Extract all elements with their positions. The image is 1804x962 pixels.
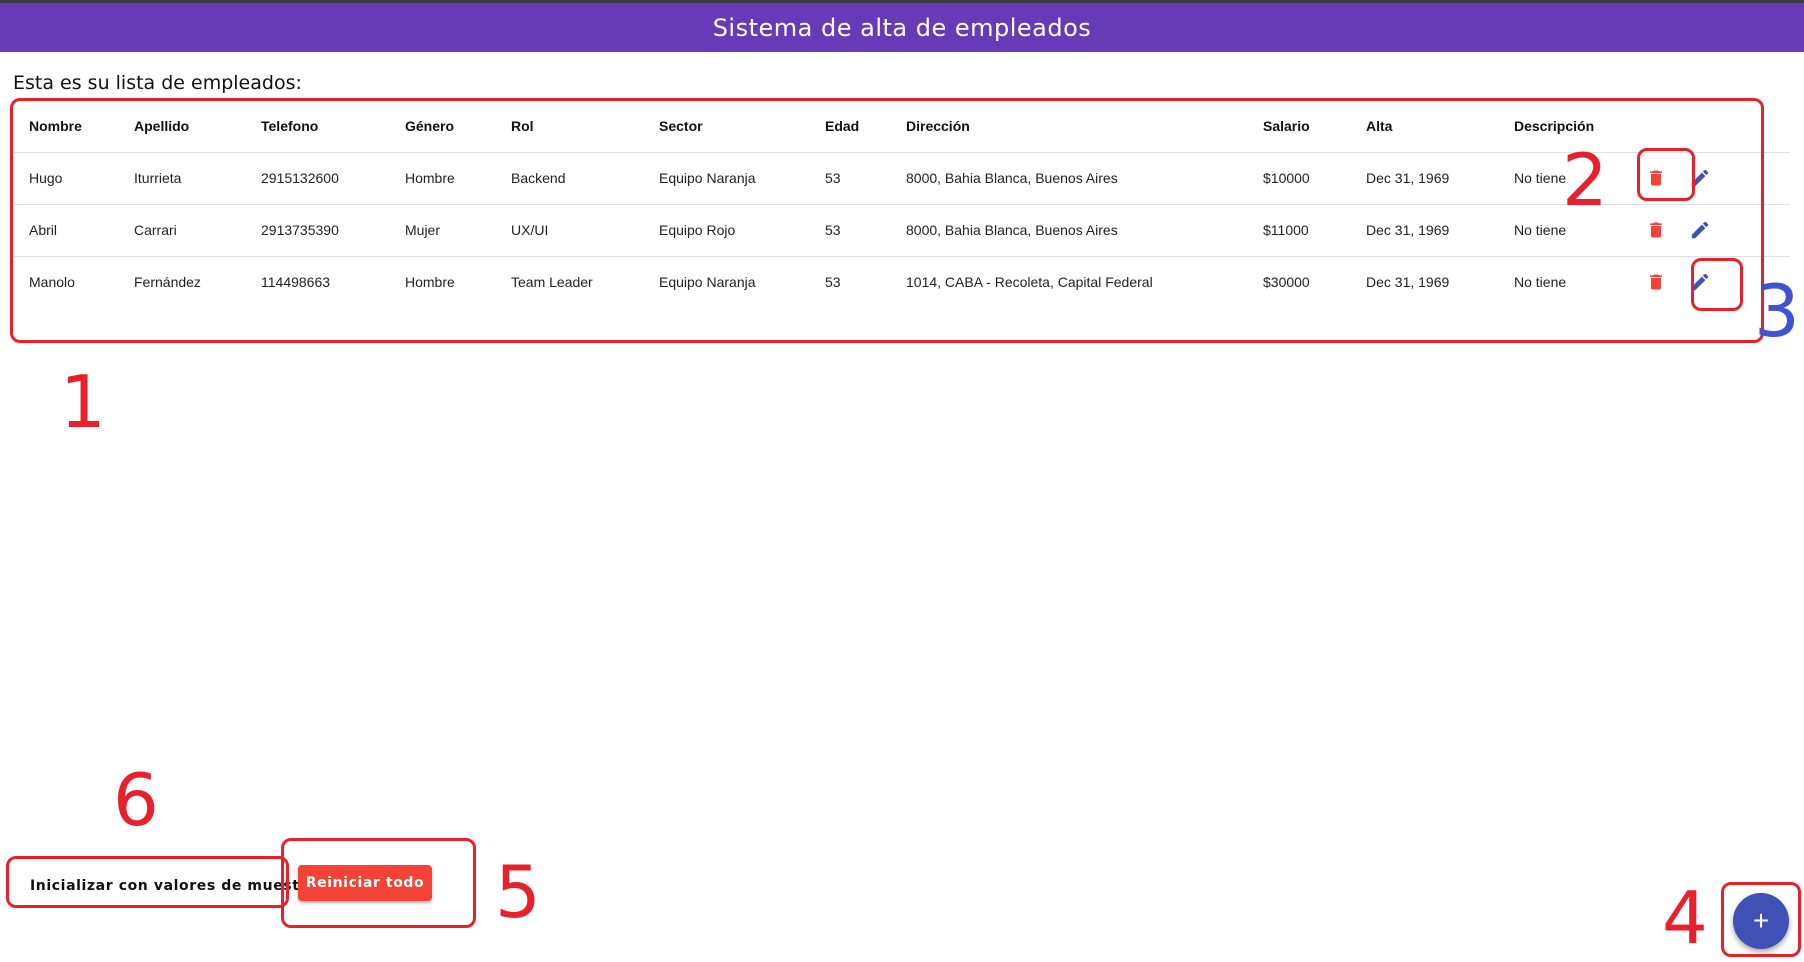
- annotation-number-5: 5: [495, 850, 541, 934]
- annotation-box-table: [10, 98, 1764, 343]
- annotation-number-3: 3: [1754, 269, 1800, 353]
- annotation-box-sample: [6, 856, 289, 908]
- app-bar: Sistema de alta de empleados: [0, 3, 1804, 52]
- annotation-box-edit: [1691, 258, 1743, 311]
- app-title: Sistema de alta de empleados: [712, 13, 1092, 42]
- annotation-box-reset: [281, 838, 476, 928]
- annotation-box-delete: [1637, 148, 1695, 201]
- list-subtitle: Esta es su lista de empleados:: [13, 72, 302, 94]
- annotation-number-6: 6: [113, 758, 159, 842]
- annotation-box-fab: [1721, 882, 1801, 957]
- annotation-number-1: 1: [60, 360, 106, 444]
- annotation-number-4: 4: [1662, 876, 1708, 960]
- annotation-number-2: 2: [1562, 138, 1608, 222]
